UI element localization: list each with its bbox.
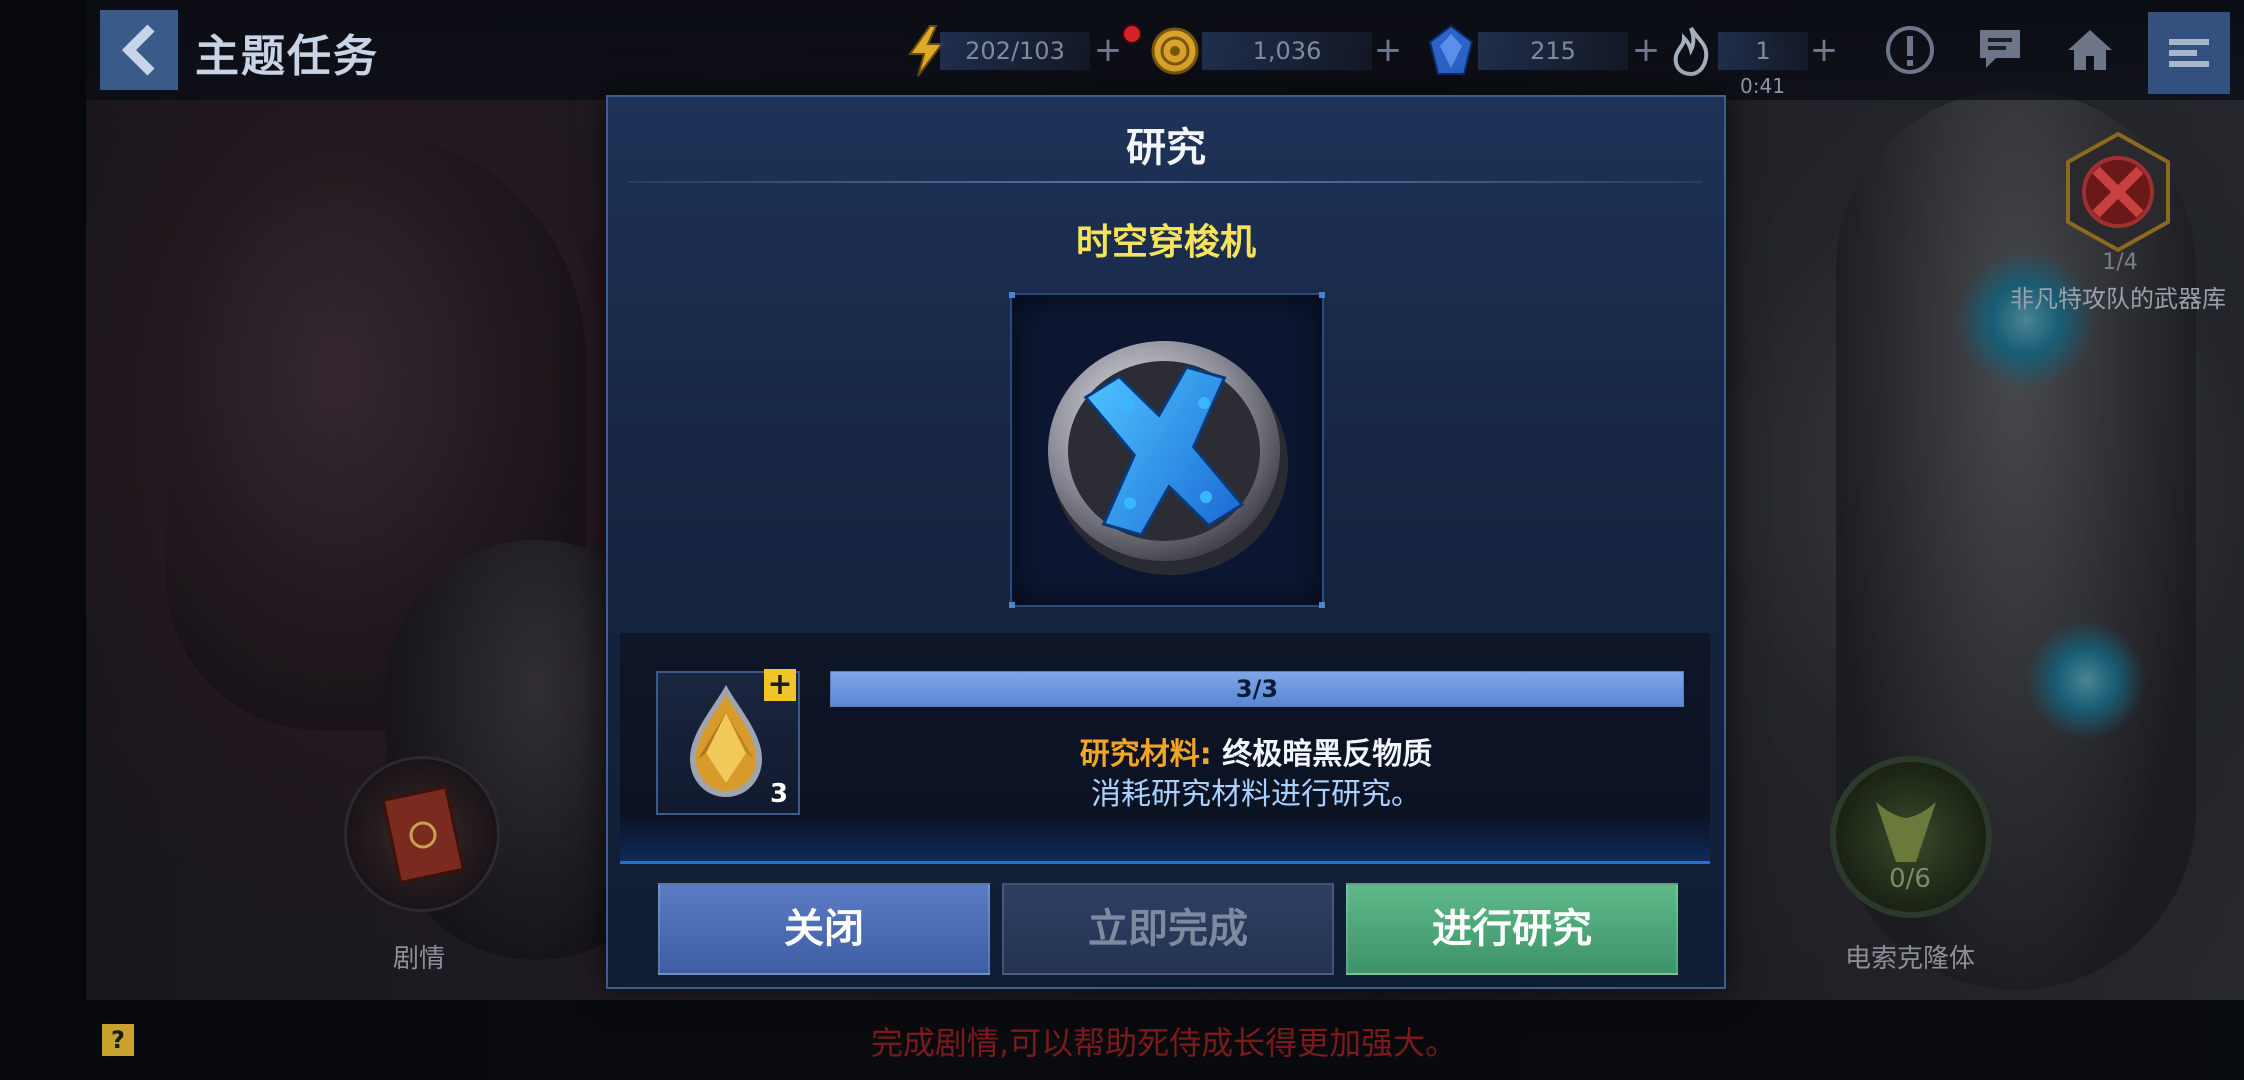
material-label: 研究材料: [1079,737,1212,772]
badge-progress: 1/4 [2102,250,2138,275]
chat-button[interactable] [1970,20,2030,80]
coin-add-button[interactable]: + [1370,30,1406,70]
coin-icon [1151,27,1199,75]
material-description: 消耗研究材料进行研究。 [1091,777,1421,812]
crystal-value: 215 [1478,32,1628,70]
book-icon [381,785,465,885]
story-mission-label: 剧情 [392,944,445,974]
dialog-title: 研究 [1126,125,1206,171]
title-divider [628,181,1702,183]
alert-button[interactable] [1880,20,1940,80]
story-mission-button[interactable] [344,756,500,912]
coin-value: 1,036 [1202,32,1372,70]
progress-text: 3/3 [1235,675,1279,703]
back-button[interactable] [100,10,178,90]
crystal-icon [1428,24,1474,75]
chat-icon [1980,30,2020,68]
add-material-button[interactable]: + [764,669,796,701]
material-progress-bar: 3/3 [830,671,1684,707]
energy-value: 202/103 [940,32,1090,70]
menu-icon [2169,39,2209,67]
x-team-badge-icon[interactable] [2056,130,2180,254]
clone-mission-progress: 0/6 [1889,864,1931,894]
stamina-resource: 1 + [1664,26,1838,77]
close-button[interactable]: 关闭 [658,883,990,975]
stamina-timer: 0:41 [1740,74,1785,98]
material-info: 研究材料: 终极暗黑反物质 [830,729,1682,773]
menu-button[interactable] [2148,12,2230,94]
notification-dot [1122,24,1142,44]
home-icon [2068,30,2112,70]
flame-icon [1673,26,1709,77]
item-name: 时空穿梭机 [1075,222,1256,263]
badge-label: 非凡特攻队的武器库 [2010,285,2226,313]
hint-text: 完成剧情,可以帮助死侍成长得更加强大。 [870,1024,1458,1062]
x-emblem-icon [1048,341,1288,575]
coin-resource: 1,036 + [1148,27,1408,75]
material-count: 3 [770,779,789,809]
alert-icon [1886,26,1934,74]
stamina-add-button[interactable]: + [1806,30,1842,70]
research-dialog: 研究 时空穿梭机 + 3 3/3 研究材料: 终极暗黑反物质 消耗研究材料进行研… [606,95,1726,989]
stamina-value: 1 [1718,32,1808,70]
material-name: 终极暗黑反物质 [1222,737,1433,772]
home-button[interactable] [2060,20,2120,80]
energy-resource: 202/103 + [900,25,1140,77]
material-panel: + 3 3/3 研究材料: 终极暗黑反物质 消耗研究材料进行研究。 [620,633,1710,864]
help-icon[interactable]: ? [102,1024,134,1056]
clone-mission-label: 电索克隆体 [1844,944,1975,974]
instant-complete-button[interactable]: 立即完成 [1002,883,1334,975]
page-title: 主题任务 [195,31,379,82]
crystal-resource: 215 + [1424,24,1664,75]
start-research-button[interactable]: 进行研究 [1346,883,1678,975]
crystal-add-button[interactable]: + [1628,30,1664,70]
back-arrow-icon [121,24,155,76]
item-preview [1009,292,1325,608]
energy-add-button[interactable]: + [1090,30,1126,70]
